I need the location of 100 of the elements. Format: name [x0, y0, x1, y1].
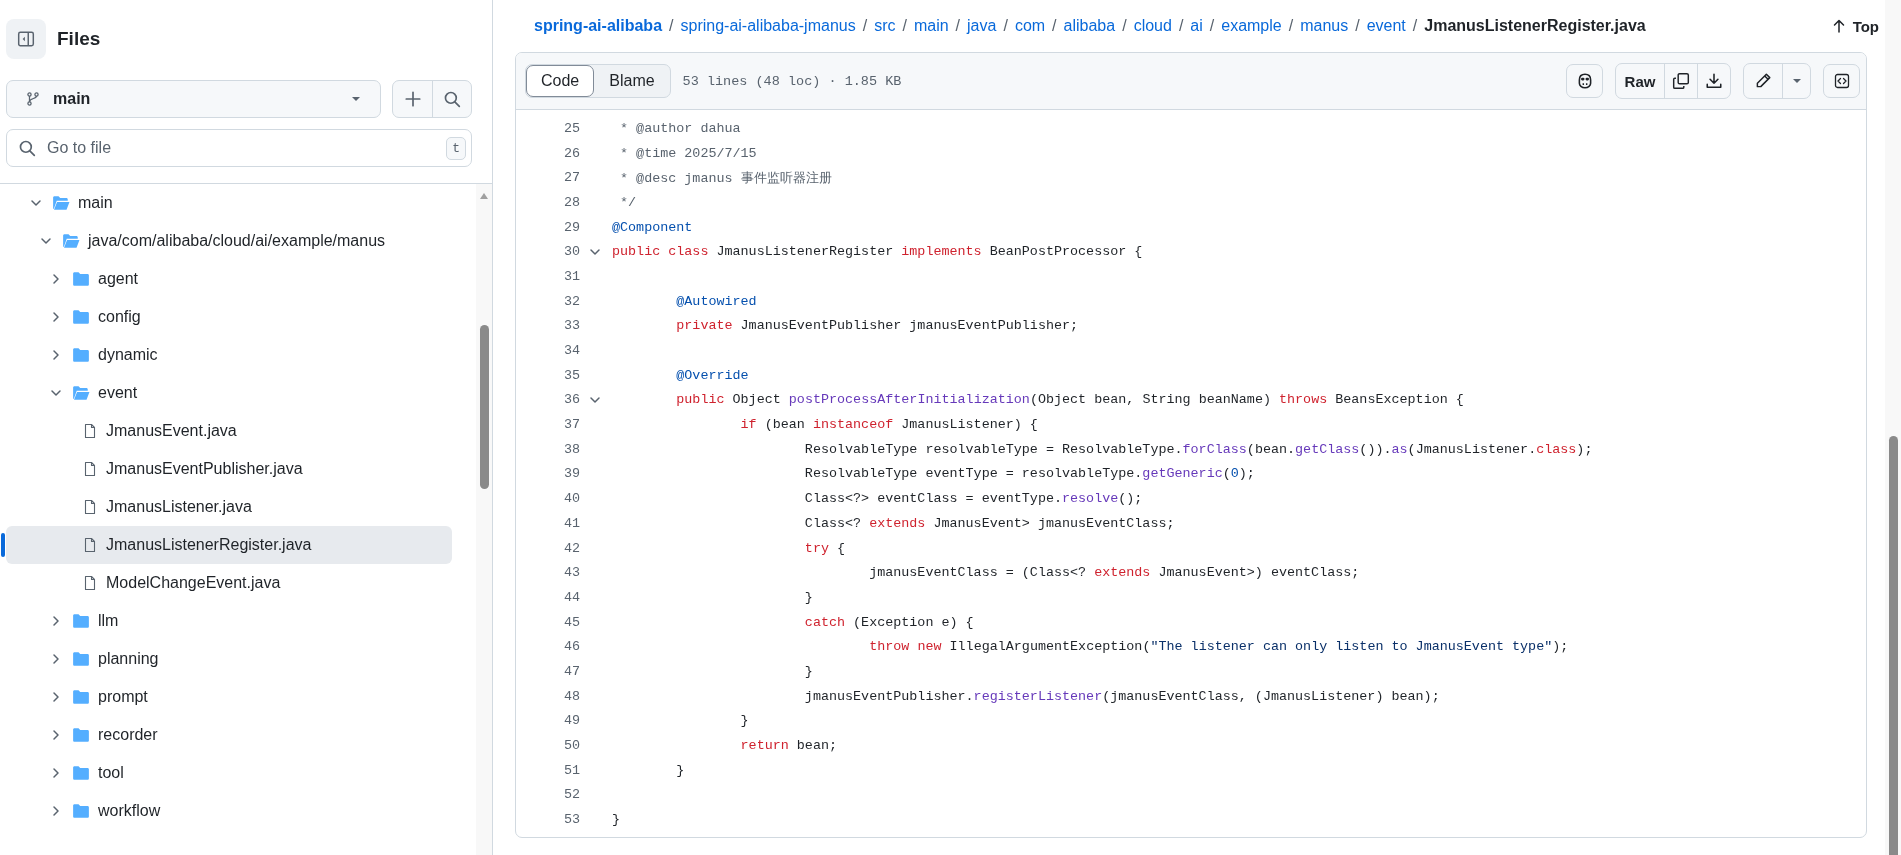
code-line: @Autowired: [675, 293, 757, 309]
code-line: public class JmanusListenerRegister implements BeanPostProcessor {: [611, 244, 1143, 260]
folder-item[interactable]: prompt: [6, 678, 452, 716]
path-separator: /: [1052, 17, 1057, 35]
code-line: jmanusEventPublisher.registerListener(jmanusEventClass, (JmanusListener) bean);: [803, 688, 1440, 704]
file-item[interactable]: JmanusEvent.java: [6, 412, 452, 450]
file-item[interactable]: JmanusListener.java: [6, 488, 452, 526]
folder-item[interactable]: dynamic: [6, 336, 452, 374]
breadcrumb-link[interactable]: event: [1366, 17, 1406, 35]
file-icon: [82, 423, 98, 439]
folder-item[interactable]: config: [6, 298, 452, 336]
file-name: JmanusListenerRegister.java: [1424, 17, 1646, 35]
breadcrumb-link[interactable]: alibaba: [1063, 17, 1116, 35]
line-number: 43: [562, 565, 580, 581]
line-number: 29: [562, 219, 580, 235]
open-folder-icon: [72, 384, 90, 402]
path-separator: /: [1355, 17, 1360, 35]
path-separator: /: [1178, 17, 1184, 35]
folder-item[interactable]: workflow: [6, 792, 452, 830]
path-separator: /: [1209, 17, 1215, 35]
line-number: 52: [562, 787, 580, 803]
folder-icon: [72, 270, 90, 288]
breadcrumb-link[interactable]: src: [874, 17, 896, 35]
line-number: 32: [562, 293, 580, 309]
line-number: 37: [562, 417, 580, 433]
path-separator: /: [1288, 17, 1294, 35]
branch-selector[interactable]: main: [6, 80, 381, 118]
code-line: public Object postProcessAfterInitialization(Object bean, String beanName) throws BeansException {: [675, 392, 1464, 408]
folder-icon: [72, 346, 90, 364]
file-icon: [82, 537, 98, 553]
code-line: }: [803, 589, 813, 605]
code-line: ResolvableType eventType = resolvableType.getGeneric(0);: [803, 466, 1255, 482]
folder-item[interactable]: agent: [6, 260, 452, 298]
line-number: 42: [562, 540, 580, 556]
scrollbar[interactable]: [476, 184, 492, 855]
folder-item[interactable]: tool: [6, 754, 452, 792]
file-icon: [82, 461, 98, 477]
breadcrumb-link[interactable]: spring-ai-alibaba: [534, 17, 663, 35]
file-item[interactable]: JmanusEventPublisher.java: [6, 450, 452, 488]
folder-icon: [72, 650, 90, 668]
line-number: 28: [562, 194, 580, 210]
code-line: }: [611, 812, 621, 828]
code-line: * @time 2025/7/15: [619, 145, 757, 161]
folder-item[interactable]: java/com/alibaba/cloud/ai/example/manus: [6, 222, 452, 260]
code-line: try {: [803, 540, 846, 556]
open-folder-icon: [62, 232, 80, 250]
breadcrumb-link[interactable]: ai: [1190, 17, 1203, 35]
code-line: Class<?> eventClass = eventType.resolve();: [803, 491, 1143, 507]
line-number: 40: [562, 491, 580, 507]
path-separator: /: [1122, 17, 1127, 35]
copy-icon: [1672, 72, 1690, 90]
download-icon: [1705, 72, 1723, 90]
top-button[interactable]: Top: [1830, 17, 1879, 35]
code-line: private JmanusEventPublisher jmanusEventPublisher;: [675, 318, 1079, 334]
breadcrumb-link[interactable]: manus: [1300, 17, 1349, 35]
search-icon: [18, 139, 36, 157]
path-separator: /: [955, 17, 961, 35]
code-line: }: [739, 713, 749, 729]
code-line: @Component: [611, 219, 693, 235]
line-number: 35: [562, 367, 580, 383]
folder-item[interactable]: llm: [6, 602, 452, 640]
path-separator: /: [669, 17, 674, 35]
line-number: 38: [562, 441, 580, 457]
file-icon: [82, 499, 98, 515]
keyboard-shortcut: t: [446, 137, 466, 160]
line-number: 27: [562, 170, 580, 186]
breadcrumb-link[interactable]: com: [1014, 17, 1046, 35]
path-separator: /: [902, 17, 907, 35]
folder-item[interactable]: planning: [6, 640, 452, 678]
folder-item[interactable]: main: [6, 184, 452, 222]
line-number: 49: [562, 713, 580, 729]
scrollbar[interactable]: [1885, 0, 1901, 855]
line-number: 39: [562, 466, 580, 482]
file-info: 53 lines (48 loc) · 1.85 KB: [682, 73, 903, 89]
file-item[interactable]: ModelChangeEvent.java: [6, 564, 452, 602]
plus-icon: [403, 90, 422, 108]
folder-icon: [72, 726, 90, 744]
code-line: * @author dahua: [619, 120, 741, 136]
breadcrumb-link[interactable]: spring-ai-alibaba-jmanus: [680, 17, 856, 35]
search-icon: [443, 90, 461, 108]
breadcrumb-link[interactable]: java: [967, 17, 997, 35]
view-tab[interactable]: Code: [526, 65, 595, 97]
breadcrumb-link[interactable]: cloud: [1133, 17, 1172, 35]
folder-item[interactable]: recorder: [6, 716, 452, 754]
code-line: ResolvableType resolvableType = ResolvableType.forClass(bean.getClass()).as(JmanusListener.class);: [803, 441, 1593, 457]
view-tab[interactable]: Blame: [594, 65, 670, 97]
breadcrumb-link[interactable]: main: [913, 17, 949, 35]
line-number: 46: [562, 639, 580, 655]
code-icon: [1833, 73, 1850, 89]
folder-item[interactable]: event: [6, 374, 452, 412]
line-number: 51: [562, 762, 580, 778]
collapse-sidebar-button[interactable]: [6, 19, 46, 59]
line-number: 26: [562, 145, 580, 161]
scroll-up-icon: [479, 192, 489, 200]
scrollbar-thumb[interactable]: [479, 325, 489, 489]
scrollbar-thumb[interactable]: [1888, 436, 1898, 855]
symbols-button[interactable]: [1823, 64, 1860, 98]
breadcrumb-link[interactable]: example: [1221, 17, 1282, 35]
path-separator: /: [862, 17, 868, 35]
copilot-button[interactable]: [1566, 64, 1603, 98]
